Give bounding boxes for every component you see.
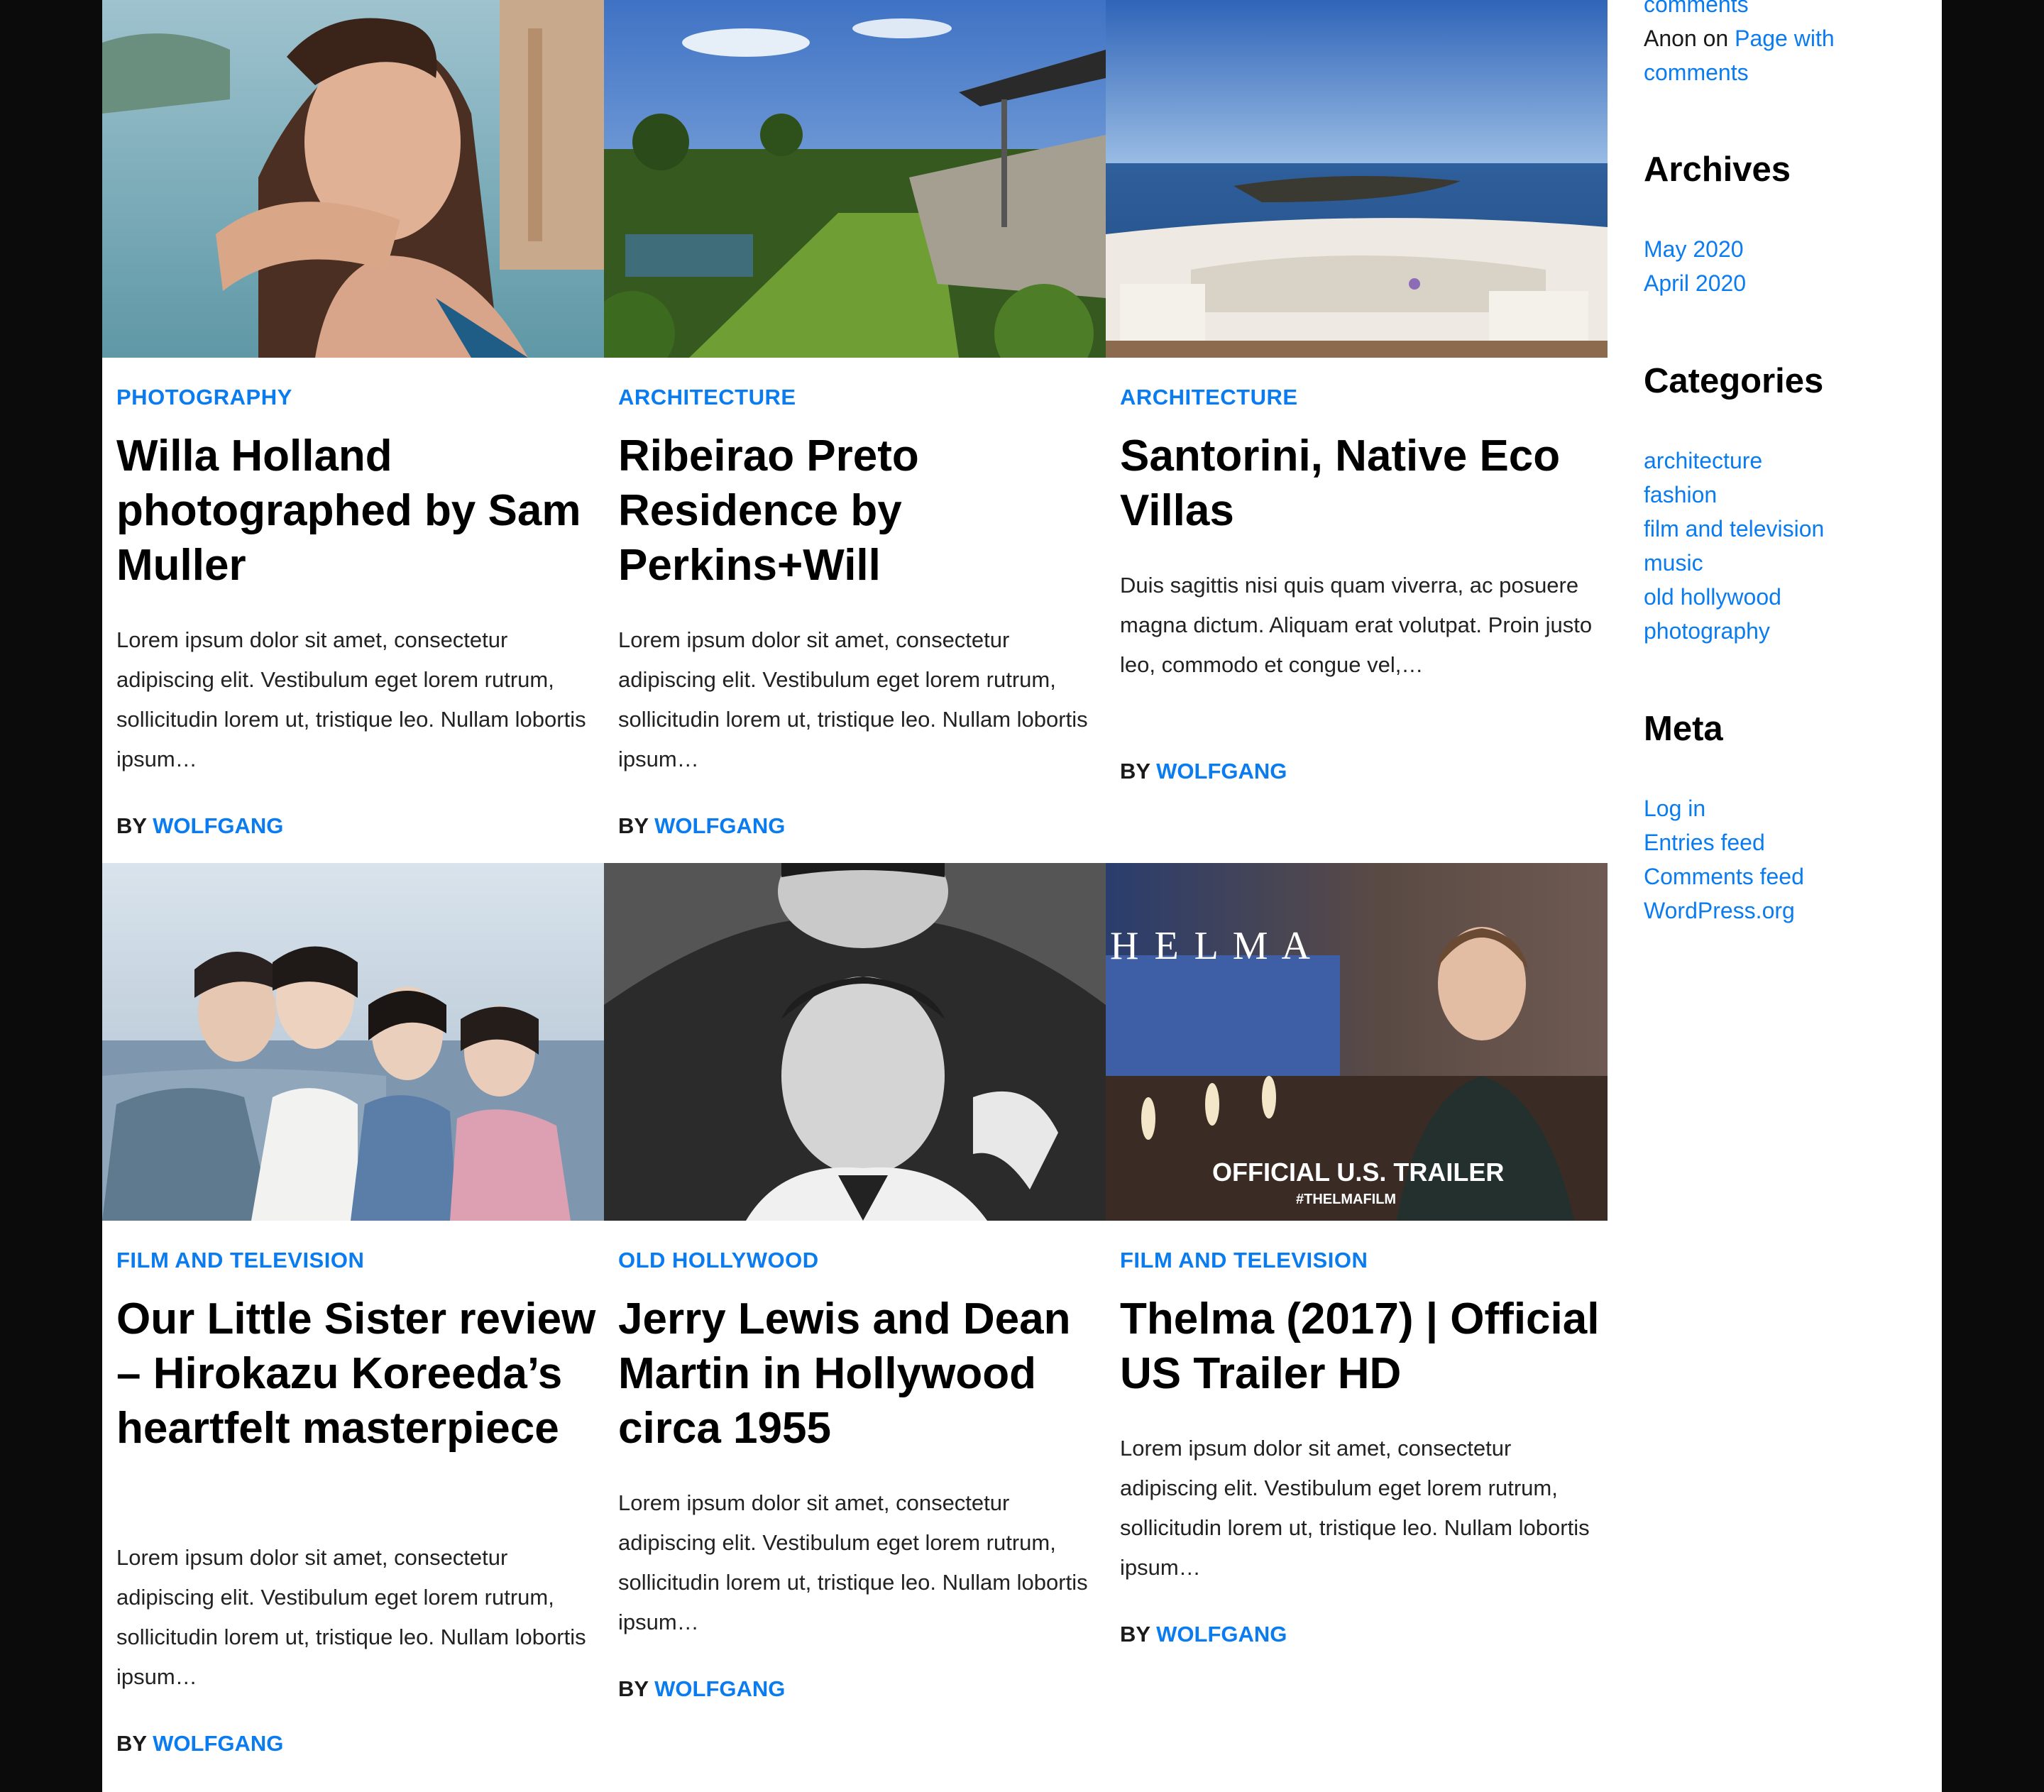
santorini-view-image	[1106, 0, 1608, 358]
author-link[interactable]: WOLFGANG	[153, 1731, 283, 1756]
post-excerpt: Lorem ipsum dolor sit amet, consectetur …	[116, 627, 586, 771]
category-link-architecture[interactable]: architecture	[1644, 448, 1762, 474]
woman-portrait-image	[102, 0, 604, 358]
category-link-old-hollywood[interactable]: old hollywood	[1644, 584, 1781, 610]
post-category-link[interactable]: FILM AND TELEVISION	[116, 1248, 364, 1273]
post-byline: BY WOLFGANG	[1120, 1622, 1287, 1647]
meta-link-comments-feed[interactable]: Comments feed	[1644, 864, 1804, 890]
categories-heading: Categories	[1644, 362, 1824, 400]
category-link-fashion[interactable]: fashion	[1644, 482, 1717, 508]
post-card: FILM AND TELEVISION Our Little Sister re…	[102, 863, 604, 1792]
author-link[interactable]: WOLFGANG	[153, 813, 283, 838]
jerry-lewis-dean-martin-image	[604, 863, 1106, 1221]
meta-link-entries-feed[interactable]: Entries feed	[1644, 830, 1765, 856]
comment-author: Anon	[1644, 26, 1697, 51]
byline-label: BY	[116, 813, 147, 838]
post-category-link[interactable]: PHOTOGRAPHY	[116, 385, 292, 410]
byline-label: BY	[1120, 1622, 1150, 1647]
meta-link-log-in[interactable]: Log in	[1644, 796, 1705, 822]
post-thumbnail-thelma[interactable]: H E L M A OFFICIAL U.S. TRAILER #THELMAF…	[1106, 863, 1608, 1221]
post-thumbnail-woman-portrait[interactable]	[102, 0, 604, 358]
recent-comment-item: Anon on Page with	[1644, 26, 1835, 52]
post-category-link[interactable]: OLD HOLLYWOOD	[618, 1248, 819, 1273]
byline-label: BY	[618, 813, 649, 838]
byline-label: BY	[116, 1731, 147, 1756]
page-content: PHOTOGRAPHY Willa Holland photographed b…	[102, 0, 1942, 1792]
author-link[interactable]: WOLFGANG	[654, 1676, 785, 1701]
post-category-link[interactable]: ARCHITECTURE	[618, 385, 796, 410]
post-title[interactable]: Santorini, Native Eco Villas	[1120, 429, 1603, 538]
post-title[interactable]: Ribeirao Preto Residence by Perkins+Will	[618, 429, 1101, 593]
post-byline: BY WOLFGANG	[1120, 759, 1287, 784]
author-link[interactable]: WOLFGANG	[1156, 1622, 1287, 1647]
post-thumbnail-residence[interactable]	[604, 0, 1106, 358]
post-thumbnail-santorini[interactable]	[1106, 0, 1608, 358]
trailer-overlay-text: OFFICIAL U.S. TRAILER	[1212, 1158, 1504, 1187]
post-excerpt: Lorem ipsum dolor sit amet, consectetur …	[618, 1490, 1088, 1634]
post-byline: BY WOLFGANG	[618, 1676, 785, 1702]
comment-post-link-continued[interactable]: comments	[1644, 60, 1749, 86]
post-category-link[interactable]: ARCHITECTURE	[1120, 385, 1298, 410]
post-card: ARCHITECTURE Ribeirao Preto Residence by…	[604, 0, 1106, 863]
recent-comment-link[interactable]: comments	[1644, 0, 1749, 18]
post-excerpt: Duis sagittis nisi quis quam viverra, ac…	[1120, 573, 1593, 677]
comment-post-link[interactable]: Page with	[1735, 26, 1835, 51]
post-title[interactable]: Thelma (2017) | Official US Trailer HD	[1120, 1292, 1603, 1401]
post-thumbnail-little-sister[interactable]	[102, 863, 604, 1221]
thelma-title-text: H E L M A	[1110, 924, 1313, 968]
category-link-photography[interactable]: photography	[1644, 618, 1770, 644]
post-byline: BY WOLFGANG	[116, 1731, 283, 1757]
post-excerpt: Lorem ipsum dolor sit amet, consectetur …	[618, 627, 1088, 771]
author-link[interactable]: WOLFGANG	[1156, 759, 1287, 784]
meta-heading: Meta	[1644, 710, 1723, 748]
post-byline: BY WOLFGANG	[618, 813, 785, 839]
post-title[interactable]: Our Little Sister review – Hirokazu Kore…	[116, 1292, 599, 1456]
comment-on-label: on	[1703, 26, 1729, 51]
post-thumbnail-jerry-dean[interactable]	[604, 863, 1106, 1221]
category-link-film-and-television[interactable]: film and television	[1644, 516, 1824, 542]
meta-link-wordpress-org[interactable]: WordPress.org	[1644, 898, 1795, 924]
category-link-music[interactable]: music	[1644, 550, 1703, 576]
four-sisters-image	[102, 863, 604, 1221]
trailer-hashtag-text: #THELMAFILM	[1296, 1192, 1396, 1207]
post-card: PHOTOGRAPHY Willa Holland photographed b…	[102, 0, 604, 863]
byline-label: BY	[618, 1676, 649, 1701]
post-excerpt: Lorem ipsum dolor sit amet, consectetur …	[116, 1545, 586, 1689]
post-card: ARCHITECTURE Santorini, Native Eco Villa…	[1106, 0, 1608, 863]
post-card: H E L M A OFFICIAL U.S. TRAILER #THELMAF…	[1106, 863, 1608, 1792]
post-title[interactable]: Willa Holland photographed by Sam Muller	[116, 429, 599, 593]
archive-link-may-2020[interactable]: May 2020	[1644, 236, 1744, 263]
author-link[interactable]: WOLFGANG	[654, 813, 785, 838]
archive-link-april-2020[interactable]: April 2020	[1644, 270, 1746, 297]
post-byline: BY WOLFGANG	[116, 813, 283, 839]
residence-garden-image	[604, 0, 1106, 358]
thelma-trailer-image: H E L M A OFFICIAL U.S. TRAILER #THELMAF…	[1106, 863, 1608, 1221]
post-category-link[interactable]: FILM AND TELEVISION	[1120, 1248, 1368, 1273]
post-title[interactable]: Jerry Lewis and Dean Martin in Hollywood…	[618, 1292, 1101, 1456]
archives-heading: Archives	[1644, 150, 1791, 189]
post-excerpt: Lorem ipsum dolor sit amet, consectetur …	[1120, 1436, 1590, 1580]
byline-label: BY	[1120, 759, 1150, 784]
post-card: OLD HOLLYWOOD Jerry Lewis and Dean Marti…	[604, 863, 1106, 1792]
